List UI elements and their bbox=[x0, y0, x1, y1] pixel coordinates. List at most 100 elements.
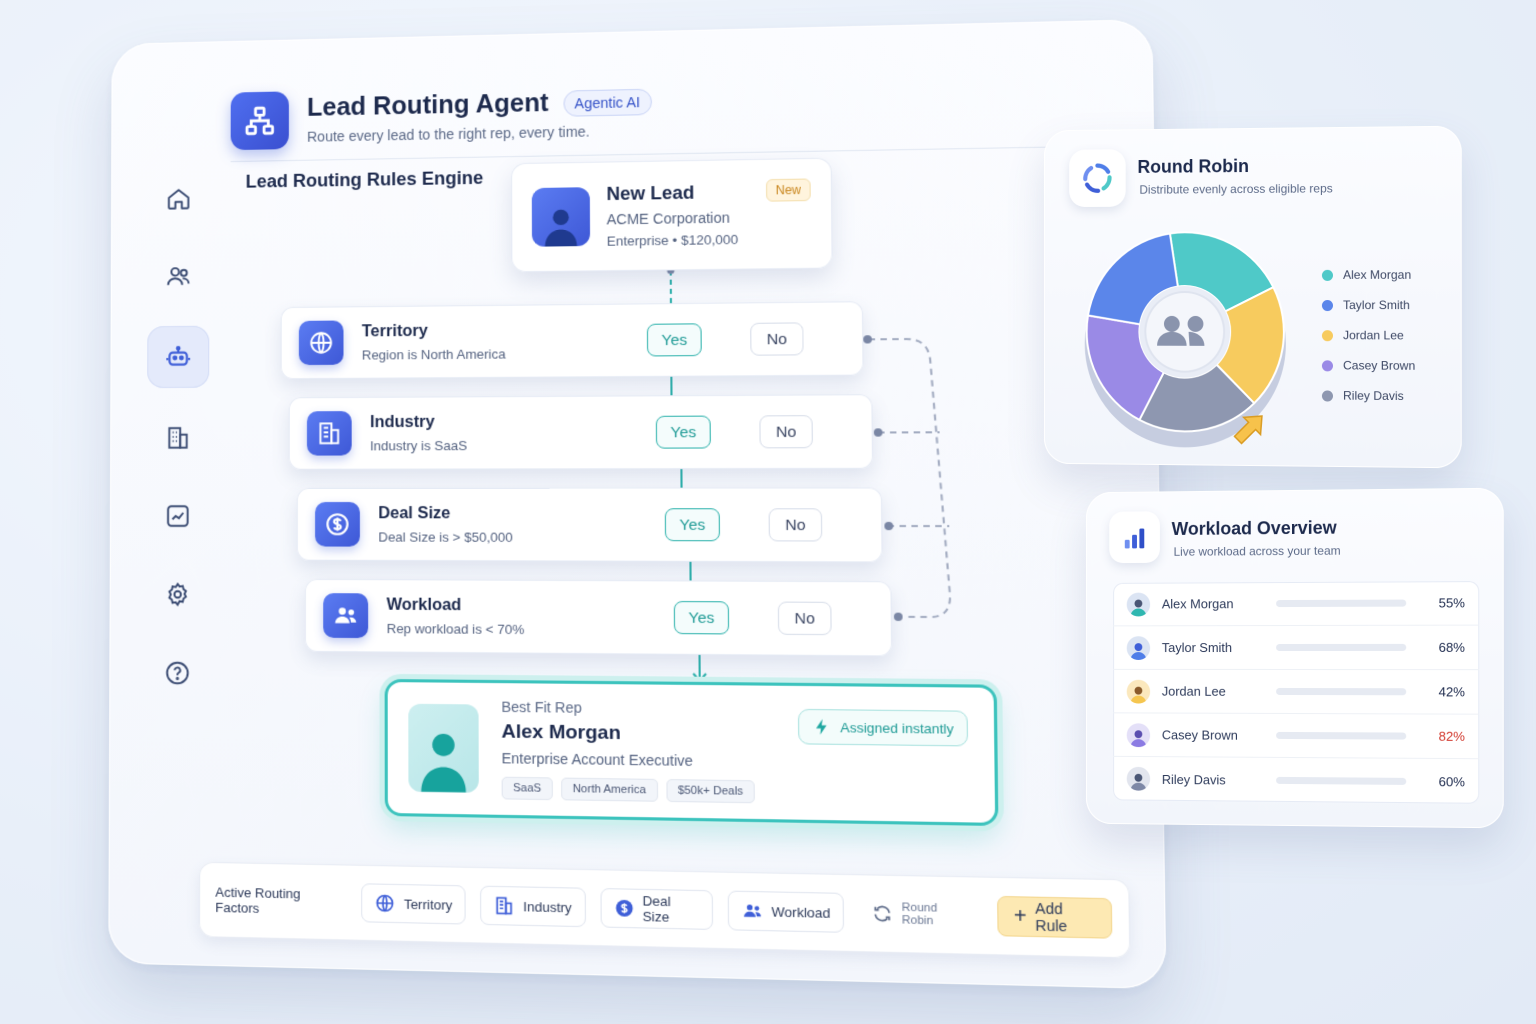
rep-name: Taylor Smith bbox=[1161, 640, 1233, 656]
rule-name: Deal Size bbox=[378, 504, 451, 522]
rep-name: Alex Morgan bbox=[1161, 596, 1234, 612]
rep-name: Riley Davis bbox=[1161, 771, 1226, 787]
rule-workload[interactable]: Workload Rep workload is < 70% Yes No bbox=[304, 578, 893, 657]
gear-icon[interactable] bbox=[150, 566, 206, 623]
rule-condition: Region is North America bbox=[361, 345, 506, 363]
building-icon bbox=[306, 411, 352, 456]
workload-bar bbox=[1276, 731, 1407, 740]
bar-chart-icon bbox=[1109, 511, 1160, 564]
best-fit-rep-card[interactable]: Best Fit Rep Alex Morgan Enterprise Acco… bbox=[384, 678, 999, 827]
lightning-icon bbox=[816, 718, 827, 735]
building-icon[interactable] bbox=[150, 410, 206, 466]
legend-label: Riley Davis bbox=[1343, 388, 1404, 404]
add-rule-button[interactable]: + Add Rule bbox=[996, 895, 1113, 939]
no-button[interactable]: No bbox=[750, 322, 804, 356]
workload-bar bbox=[1276, 687, 1407, 696]
legend-label: Jordan Lee bbox=[1343, 328, 1404, 343]
legend-dot-2 bbox=[1321, 329, 1333, 341]
workload-percent: 55% bbox=[1438, 595, 1466, 611]
workload-bar bbox=[1276, 776, 1407, 785]
round-robin-card: Round Robin Distribute evenly across eli… bbox=[1043, 125, 1462, 469]
workload-percent: 60% bbox=[1438, 773, 1466, 789]
table-row[interactable]: Alex Morgan 55% bbox=[1113, 581, 1480, 627]
chip-label: Territory bbox=[403, 895, 453, 913]
rule-name: Industry bbox=[370, 413, 435, 431]
yes-button[interactable]: Yes bbox=[664, 508, 720, 542]
legend-label: Alex Morgan bbox=[1343, 267, 1412, 282]
users-icon[interactable] bbox=[150, 248, 206, 304]
no-button[interactable]: No bbox=[759, 415, 813, 449]
round-robin-title: Round Robin bbox=[1137, 156, 1249, 177]
table-row[interactable]: Casey Brown 82% bbox=[1113, 713, 1480, 760]
chip-territory[interactable]: Territory bbox=[361, 883, 466, 925]
yes-button[interactable]: Yes bbox=[646, 323, 702, 357]
no-button[interactable]: No bbox=[777, 601, 832, 636]
assigned-label: Assigned instantly bbox=[840, 719, 954, 737]
legend-dot-1 bbox=[1321, 299, 1333, 311]
rule-name: Workload bbox=[386, 595, 462, 614]
avatar bbox=[1126, 766, 1151, 791]
legend-dot-0 bbox=[1321, 269, 1333, 281]
workload-bar bbox=[1276, 643, 1407, 652]
lead-title: New Lead bbox=[606, 182, 695, 205]
dollar-icon bbox=[315, 502, 360, 547]
tag-region: North America bbox=[561, 777, 658, 802]
robot-icon[interactable] bbox=[147, 325, 210, 389]
workload-title: Workload Overview bbox=[1171, 517, 1337, 539]
yes-button[interactable]: Yes bbox=[655, 415, 711, 449]
legend-dot-3 bbox=[1321, 359, 1333, 371]
table-row[interactable]: Riley Davis 60% bbox=[1113, 757, 1479, 804]
rep-name: Casey Brown bbox=[1161, 727, 1238, 743]
main-panel: Lead Routing Agent Agentic AI Route ever… bbox=[108, 18, 1167, 990]
engine-title: Lead Routing Rules Engine bbox=[245, 167, 484, 192]
rep-name: Jordan Lee bbox=[1161, 683, 1226, 699]
chip-industry[interactable]: Industry bbox=[480, 885, 586, 928]
chart-icon[interactable] bbox=[150, 488, 206, 544]
rule-territory[interactable]: Territory Region is North America Yes No bbox=[280, 301, 864, 380]
rule-condition: Rep workload is < 70% bbox=[386, 620, 525, 637]
round-robin-legend: Alex Morgan Taylor Smith Jordan Lee Case… bbox=[1321, 267, 1416, 404]
rule-condition: Deal Size is > $50,000 bbox=[378, 528, 513, 545]
no-button[interactable]: No bbox=[768, 508, 823, 542]
table-row[interactable]: Taylor Smith 68% bbox=[1113, 625, 1480, 671]
avatar bbox=[1126, 635, 1151, 660]
app-subtitle: Route every lead to the right rep, every… bbox=[307, 123, 590, 145]
new-badge: New bbox=[766, 178, 811, 202]
chip-round-robin[interactable]: Round Robin bbox=[859, 893, 983, 936]
rule-industry[interactable]: Industry Industry is SaaS Yes No bbox=[288, 394, 874, 470]
rule-deal-size[interactable]: Deal Size Deal Size is > $50,000 Yes No bbox=[296, 487, 883, 563]
refresh-icon bbox=[872, 903, 893, 925]
legend-item: Taylor Smith bbox=[1321, 298, 1415, 312]
chip-label: Industry bbox=[523, 898, 572, 915]
factors-label: Active Routing Factors bbox=[215, 884, 301, 916]
legend-item: Riley Davis bbox=[1321, 388, 1415, 404]
best-fit-label: Best Fit Rep bbox=[501, 698, 582, 716]
globe-icon bbox=[298, 320, 344, 366]
workload-percent: 42% bbox=[1438, 684, 1466, 700]
yes-button[interactable]: Yes bbox=[673, 601, 730, 635]
tag-saas: SaaS bbox=[501, 776, 553, 801]
chip-deal-size[interactable]: Deal Size bbox=[600, 888, 713, 930]
app-header: Lead Routing Agent Agentic AI Route ever… bbox=[230, 61, 1111, 163]
table-row[interactable]: Jordan Lee 42% bbox=[1113, 669, 1480, 715]
rep-name: Alex Morgan bbox=[501, 721, 621, 745]
assigned-badge: Assigned instantly bbox=[798, 708, 969, 747]
lead-company: ACME Corporation bbox=[606, 209, 730, 228]
home-icon[interactable] bbox=[151, 170, 207, 226]
workload-percent: 68% bbox=[1438, 639, 1466, 655]
workload-subtitle: Live workload across your team bbox=[1173, 543, 1341, 559]
users-icon bbox=[323, 593, 369, 639]
help-icon[interactable] bbox=[149, 645, 205, 702]
dollar-icon bbox=[615, 899, 633, 917]
legend-item: Jordan Lee bbox=[1321, 328, 1415, 343]
chip-workload[interactable]: Workload bbox=[727, 890, 845, 933]
routing-logo-icon bbox=[230, 90, 289, 150]
new-lead-card[interactable]: New Lead ACME Corporation Enterprise • $… bbox=[511, 157, 833, 273]
avatar bbox=[1126, 592, 1151, 616]
sidebar bbox=[137, 71, 219, 854]
legend-label: Casey Brown bbox=[1343, 358, 1416, 373]
routing-factors-bar: Active Routing Factors Territory Industr… bbox=[199, 861, 1131, 959]
legend-dot-4 bbox=[1321, 389, 1333, 402]
workload-percent: 82% bbox=[1438, 728, 1466, 744]
legend-item: Alex Morgan bbox=[1321, 267, 1415, 282]
